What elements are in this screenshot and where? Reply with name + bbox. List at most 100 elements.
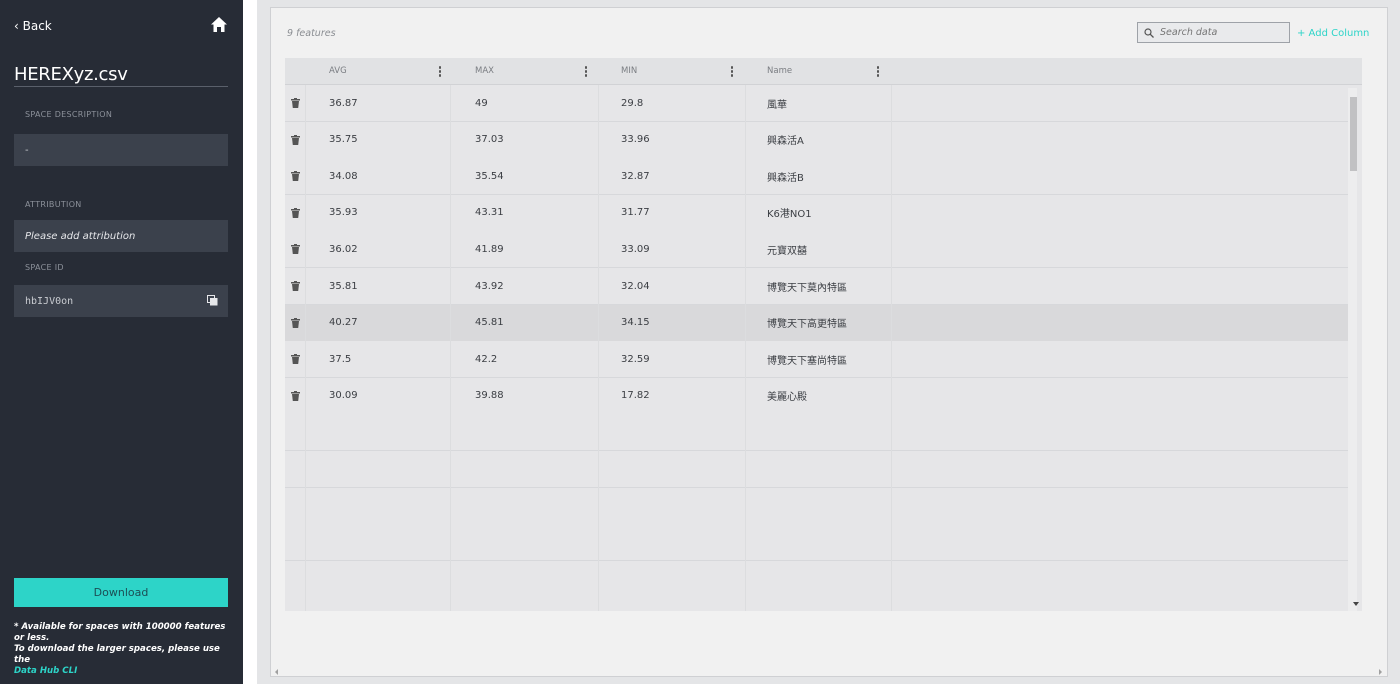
cell-max[interactable]: 37.03 xyxy=(475,122,504,158)
cell-name[interactable]: K6港NO1 xyxy=(767,195,812,231)
trash-icon[interactable] xyxy=(291,207,300,218)
table-header: AVG MAX MIN Name xyxy=(285,58,1362,85)
cell-avg[interactable]: 35.93 xyxy=(329,195,358,231)
space-id-field: hbIJV0on xyxy=(14,285,228,317)
outer-margin xyxy=(1388,0,1400,684)
data-hub-cli-link[interactable]: Data Hub CLI xyxy=(14,666,228,677)
cell-avg[interactable]: 36.02 xyxy=(329,231,358,267)
column-divider xyxy=(598,85,599,611)
attribution-label: ATTRIBUTION xyxy=(25,200,82,209)
column-divider xyxy=(305,85,306,611)
space-id-value: hbIJV0on xyxy=(25,295,74,307)
table-row[interactable]: 37.5 42.2 32.59 博覽天下塞尚特區 xyxy=(285,341,1348,379)
download-note: * Available for spaces with 100000 featu… xyxy=(14,622,228,677)
trash-icon[interactable] xyxy=(291,390,300,401)
cell-avg[interactable]: 37.5 xyxy=(329,341,351,377)
table-row[interactable]: 36.02 41.89 33.09 元寶双囍 xyxy=(285,231,1348,269)
trash-icon[interactable] xyxy=(291,354,300,365)
scroll-down-arrow-icon[interactable] xyxy=(1353,602,1359,606)
vertical-scrollbar-thumb[interactable] xyxy=(1350,97,1357,171)
cell-min[interactable]: 32.04 xyxy=(621,268,650,304)
empty-table-row xyxy=(285,597,1348,611)
cell-max[interactable]: 42.2 xyxy=(475,341,497,377)
space-description-field[interactable]: - xyxy=(14,134,228,166)
cell-name[interactable]: 元寶双囍 xyxy=(767,231,807,267)
cell-avg[interactable]: 36.87 xyxy=(329,85,358,121)
space-description-label: SPACE DESCRIPTION xyxy=(25,110,113,119)
table-row[interactable]: 35.81 43.92 32.04 博覽天下莫內特區 xyxy=(285,268,1348,305)
cell-max[interactable]: 41.89 xyxy=(475,231,504,267)
cell-avg[interactable]: 40.27 xyxy=(329,305,358,341)
sidebar: ‹ Back HEREXyz.csv SPACE DESCRIPTION - A… xyxy=(0,0,243,684)
cell-name[interactable]: 博覽天下塞尚特區 xyxy=(767,341,847,377)
trash-icon[interactable] xyxy=(291,244,300,255)
table-row[interactable]: 34.08 35.54 32.87 興森活B xyxy=(285,158,1348,196)
feature-count: 9 features xyxy=(287,28,336,39)
horizontal-scrollbar[interactable] xyxy=(271,664,1387,676)
cell-max[interactable]: 43.31 xyxy=(475,195,504,231)
cell-max[interactable]: 45.81 xyxy=(475,305,504,341)
trash-icon[interactable] xyxy=(291,134,300,145)
back-link[interactable]: ‹ Back xyxy=(14,19,52,33)
cell-name[interactable]: 博覽天下莫內特區 xyxy=(767,268,847,304)
cell-min[interactable]: 34.15 xyxy=(621,305,650,341)
table-row[interactable]: 30.09 39.88 17.82 美麗心殿 xyxy=(285,377,1348,415)
column-header-min[interactable]: MIN xyxy=(621,58,637,84)
search-icon xyxy=(1144,27,1154,38)
home-icon[interactable] xyxy=(211,17,227,32)
empty-table-row xyxy=(285,487,1348,525)
cell-max[interactable]: 39.88 xyxy=(475,378,504,414)
cell-min[interactable]: 32.87 xyxy=(621,158,650,194)
download-note-line2: To download the larger spaces, please us… xyxy=(14,644,220,665)
kebab-menu-icon[interactable] xyxy=(730,65,734,79)
column-divider xyxy=(891,85,892,611)
cell-avg[interactable]: 34.08 xyxy=(329,158,358,194)
empty-table-row xyxy=(285,560,1348,598)
cell-min[interactable]: 32.59 xyxy=(621,341,650,377)
table-row[interactable]: 35.93 43.31 31.77 K6港NO1 xyxy=(285,194,1348,232)
cell-name[interactable]: 風華 xyxy=(767,85,787,121)
cell-min[interactable]: 33.09 xyxy=(621,231,650,267)
cell-min[interactable]: 33.96 xyxy=(621,122,650,158)
cell-min[interactable]: 17.82 xyxy=(621,378,650,414)
column-header-name[interactable]: Name xyxy=(767,58,792,84)
kebab-menu-icon[interactable] xyxy=(876,65,880,79)
column-header-avg[interactable]: AVG xyxy=(329,58,347,84)
search-input[interactable] xyxy=(1158,26,1282,39)
cell-name[interactable]: 美麗心殿 xyxy=(767,378,807,414)
copy-icon[interactable] xyxy=(207,295,218,306)
cell-name[interactable]: 博覽天下高更特區 xyxy=(767,305,847,341)
cell-avg[interactable]: 35.81 xyxy=(329,268,358,304)
trash-icon[interactable] xyxy=(291,281,300,291)
space-id-label: SPACE ID xyxy=(25,263,64,272)
cell-min[interactable]: 31.77 xyxy=(621,195,650,231)
cell-max[interactable]: 43.92 xyxy=(475,268,504,304)
trash-icon[interactable] xyxy=(291,171,300,182)
search-box[interactable] xyxy=(1137,22,1290,43)
cell-avg[interactable]: 30.09 xyxy=(329,378,358,414)
empty-table-row xyxy=(285,414,1348,452)
trash-icon[interactable] xyxy=(291,98,300,108)
table-row[interactable]: 35.75 37.03 33.96 興森活A xyxy=(285,121,1348,159)
cell-name[interactable]: 興森活A xyxy=(767,122,804,158)
cell-max[interactable]: 49 xyxy=(475,85,488,121)
scroll-left-arrow-icon[interactable] xyxy=(275,669,278,675)
kebab-menu-icon[interactable] xyxy=(438,65,442,79)
cell-avg[interactable]: 35.75 xyxy=(329,122,358,158)
trash-icon[interactable] xyxy=(291,317,300,328)
space-title[interactable]: HEREXyz.csv xyxy=(14,64,228,85)
attribution-field[interactable]: Please add attribution xyxy=(14,220,228,252)
data-panel: 9 features + Add Column AVG MAX MIN Name… xyxy=(270,7,1388,677)
table-row[interactable]: 40.27 45.81 34.15 博覽天下高更特區 xyxy=(285,304,1348,342)
cell-min[interactable]: 29.8 xyxy=(621,85,643,121)
kebab-menu-icon[interactable] xyxy=(584,65,588,79)
download-button[interactable]: Download xyxy=(14,578,228,607)
scroll-right-arrow-icon[interactable] xyxy=(1379,669,1382,675)
data-table: AVG MAX MIN Name 36.87 49 29.8 風華 35.75 37.03… xyxy=(285,58,1362,611)
column-header-max[interactable]: MAX xyxy=(475,58,494,84)
cell-max[interactable]: 35.54 xyxy=(475,158,504,194)
empty-table-row xyxy=(285,451,1348,488)
table-row[interactable]: 36.87 49 29.8 風華 xyxy=(285,85,1348,122)
cell-name[interactable]: 興森活B xyxy=(767,158,804,194)
add-column-button[interactable]: + Add Column xyxy=(1297,28,1369,39)
